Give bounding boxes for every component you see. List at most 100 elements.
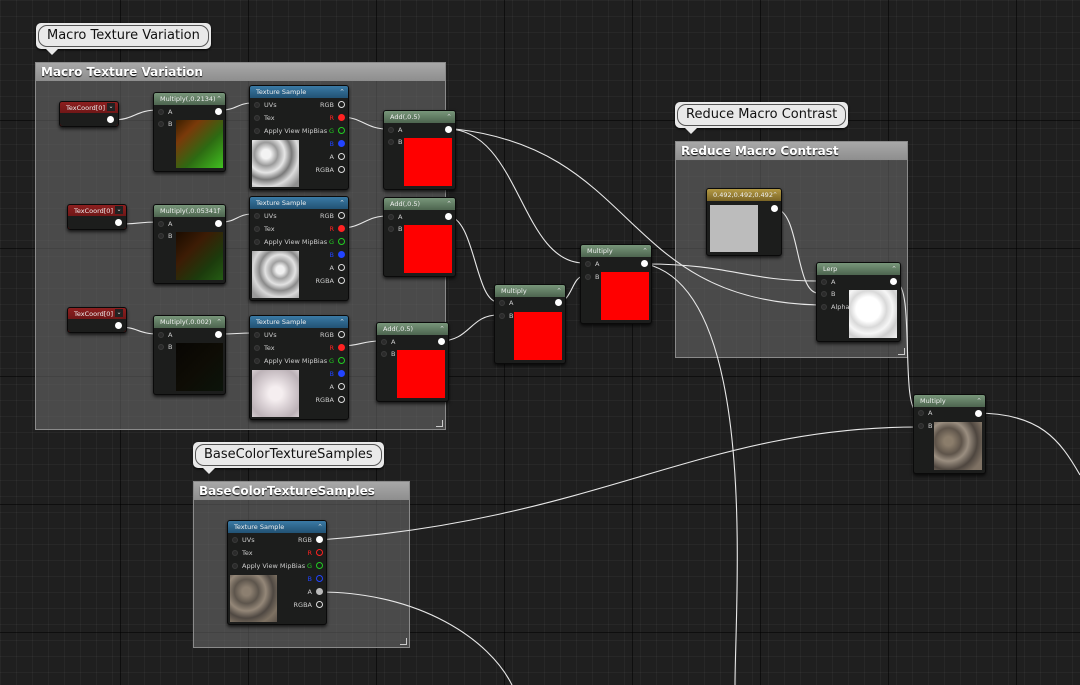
chevron-up-icon[interactable]: ⌃	[976, 395, 982, 407]
output-pin-icon[interactable]	[975, 410, 982, 417]
dropdown-arrow-icon[interactable]: ⌄	[115, 309, 123, 317]
dropdown-arrow-icon[interactable]: ⌄	[115, 206, 123, 214]
input-pin-icon[interactable]	[821, 304, 827, 310]
input-pin-icon[interactable]	[254, 213, 260, 219]
output-pin-icon[interactable]	[338, 383, 345, 390]
output-pin-icon[interactable]	[338, 212, 345, 219]
node-title-bar[interactable]: Multiply ⌃	[581, 245, 651, 257]
chevron-up-icon[interactable]: ⌃	[642, 245, 648, 257]
input-pin-icon[interactable]	[585, 274, 591, 280]
output-pin-icon[interactable]	[338, 277, 345, 284]
input-pin-icon[interactable]	[821, 279, 827, 285]
input-pin-icon[interactable]	[388, 214, 394, 220]
input-pin-icon[interactable]	[254, 345, 260, 351]
chevron-up-icon[interactable]: ⌃	[772, 189, 778, 201]
chevron-up-icon[interactable]: ⌃	[216, 93, 222, 105]
output-pin-icon[interactable]	[316, 549, 323, 556]
input-pin-icon[interactable]	[158, 121, 164, 127]
input-pin-icon[interactable]	[254, 226, 260, 232]
dropdown-arrow-icon[interactable]: ⌄	[107, 103, 115, 111]
add-node[interactable]: Add(,0.5) ⌃ A B	[383, 197, 456, 277]
output-pin-icon[interactable]	[338, 370, 345, 377]
input-pin-icon[interactable]	[232, 537, 238, 543]
chevron-up-icon[interactable]: ⌃	[446, 111, 452, 123]
input-pin-icon[interactable]	[254, 332, 260, 338]
output-pin-icon[interactable]	[338, 140, 345, 147]
output-pin-icon[interactable]	[890, 278, 897, 285]
input-pin-icon[interactable]	[821, 291, 827, 297]
output-pin-icon[interactable]	[641, 260, 648, 267]
input-pin-icon[interactable]	[232, 563, 238, 569]
chevron-up-icon[interactable]: ⌃	[891, 263, 897, 275]
output-pin-icon[interactable]	[115, 219, 122, 226]
texcoord-node[interactable]: TexCoord[0] ⌄	[59, 101, 119, 127]
output-pin-icon[interactable]	[215, 108, 222, 115]
chevron-up-icon[interactable]: ⌃	[556, 285, 562, 297]
input-pin-icon[interactable]	[232, 550, 238, 556]
input-pin-icon[interactable]	[499, 313, 505, 319]
texture-sample-node[interactable]: Texture Sample ⌃ UVs Tex Apply View MipBi…	[249, 315, 349, 420]
input-pin-icon[interactable]	[381, 351, 387, 357]
node-title-bar[interactable]: Multiply(,0.05341) ⌃	[154, 205, 225, 217]
add-node[interactable]: Add(,0.5) ⌃ A B	[383, 110, 456, 190]
chevron-up-icon[interactable]: ⌃	[339, 316, 345, 328]
output-pin-icon[interactable]	[115, 322, 122, 329]
node-title-bar[interactable]: Lerp ⌃	[817, 263, 900, 275]
multiply-node[interactable]: Multiply ⌃ A B	[494, 284, 566, 364]
node-title-bar[interactable]: Texture Sample ⌃	[228, 521, 326, 533]
input-pin-icon[interactable]	[254, 128, 260, 134]
multiply-node[interactable]: Multiply ⌃ A B	[580, 244, 652, 324]
chevron-up-icon[interactable]: ⌃	[446, 198, 452, 210]
output-pin-icon[interactable]	[338, 225, 345, 232]
texture-sample-node[interactable]: Texture Sample ⌃ UVs Tex Apply View MipBi…	[249, 85, 349, 190]
texture-sample-node[interactable]: Texture Sample ⌃ UVs Tex Apply View MipBi…	[249, 196, 349, 301]
node-title-bar[interactable]: Add(,0.5) ⌃	[384, 198, 455, 210]
input-pin-icon[interactable]	[388, 139, 394, 145]
input-pin-icon[interactable]	[158, 344, 164, 350]
chevron-up-icon[interactable]: ⌃	[339, 86, 345, 98]
input-pin-icon[interactable]	[254, 239, 260, 245]
input-pin-icon[interactable]	[158, 109, 164, 115]
node-title-bar[interactable]: 0.492,0.492,0.492 ⌃	[707, 189, 781, 201]
output-pin-icon[interactable]	[316, 575, 323, 582]
input-pin-icon[interactable]	[388, 127, 394, 133]
node-title-bar[interactable]: Multiply ⌃	[495, 285, 565, 297]
node-title-bar[interactable]: Add(,0.5) ⌃	[384, 111, 455, 123]
input-pin-icon[interactable]	[918, 423, 924, 429]
chevron-up-icon[interactable]: ⌃	[216, 205, 222, 217]
lerp-node[interactable]: Lerp ⌃ A B Alpha	[816, 262, 901, 342]
output-pin-icon[interactable]	[338, 251, 345, 258]
output-pin-icon[interactable]	[771, 205, 778, 212]
output-pin-icon[interactable]	[338, 127, 345, 134]
chevron-up-icon[interactable]: ⌃	[317, 521, 323, 533]
output-pin-icon[interactable]	[107, 116, 114, 123]
output-pin-icon[interactable]	[338, 114, 345, 121]
multiply-node[interactable]: Multiply ⌃ A B	[913, 394, 986, 474]
chevron-up-icon[interactable]: ⌃	[339, 197, 345, 209]
output-pin-icon[interactable]	[316, 562, 323, 569]
output-pin-icon[interactable]	[215, 220, 222, 227]
input-pin-icon[interactable]	[254, 115, 260, 121]
output-pin-icon[interactable]	[338, 264, 345, 271]
output-pin-icon[interactable]	[338, 344, 345, 351]
output-pin-icon[interactable]	[338, 357, 345, 364]
texture-sample-node[interactable]: Texture Sample ⌃ UVs Tex Apply View MipBi…	[227, 520, 327, 625]
texcoord-node[interactable]: TexCoord[0] ⌄	[67, 204, 127, 230]
node-title-bar[interactable]: Texture Sample ⌃	[250, 316, 348, 328]
output-pin-icon[interactable]	[338, 238, 345, 245]
input-pin-icon[interactable]	[158, 221, 164, 227]
node-title-bar[interactable]: Texture Sample ⌃	[250, 197, 348, 209]
texcoord-node[interactable]: TexCoord[0] ⌄	[67, 307, 127, 333]
material-graph-canvas[interactable]: Macro Texture Variation Macro Texture Va…	[0, 0, 1080, 685]
add-node[interactable]: Add(,0.5) ⌃ A B	[376, 322, 449, 402]
output-pin-icon[interactable]	[316, 588, 323, 595]
output-pin-icon[interactable]	[338, 153, 345, 160]
output-pin-icon[interactable]	[338, 101, 345, 108]
output-pin-icon[interactable]	[438, 338, 445, 345]
output-pin-icon[interactable]	[555, 299, 562, 306]
input-pin-icon[interactable]	[499, 300, 505, 306]
output-pin-icon[interactable]	[338, 166, 345, 173]
output-pin-icon[interactable]	[445, 213, 452, 220]
input-pin-icon[interactable]	[254, 358, 260, 364]
input-pin-icon[interactable]	[918, 410, 924, 416]
